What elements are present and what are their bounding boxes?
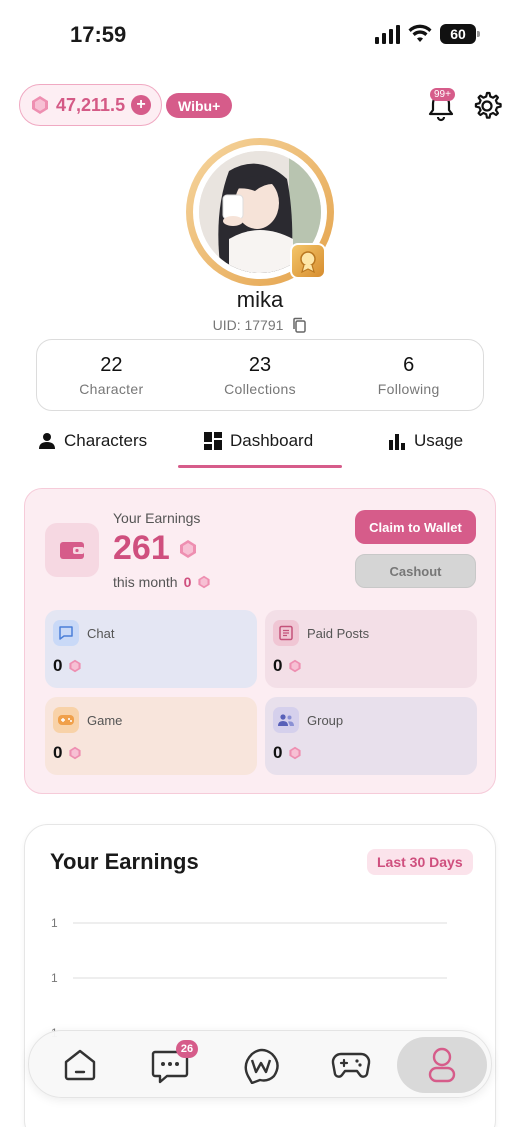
bottom-navigation: [28, 1030, 492, 1098]
earnings-amount: 261: [113, 529, 170, 567]
tab-characters[interactable]: Characters: [38, 418, 147, 464]
category-label: Game: [87, 713, 123, 728]
claim-to-wallet-button[interactable]: Claim to Wallet: [355, 510, 476, 544]
username: mika: [236, 287, 284, 312]
earnings-group-card[interactable]: Group 0: [265, 697, 477, 775]
gem-icon: [198, 575, 210, 589]
category-label: Paid Posts: [307, 626, 370, 641]
category-label: Chat: [87, 626, 115, 641]
y-tick-label: 1: [51, 916, 58, 930]
earnings-title: Your Earnings: [113, 510, 201, 526]
gem-balance: 47,211.5: [56, 94, 126, 115]
dashboard-icon: [204, 432, 222, 450]
vip-badge-icon: [290, 243, 326, 279]
category-value: 0: [273, 656, 283, 675]
gamepad-icon: [331, 1052, 371, 1078]
date-range-selector[interactable]: Last 30 Days: [367, 849, 473, 875]
earnings-amount-row: 261: [113, 529, 198, 568]
gem-balance-pill[interactable]: 47,211.5 +: [19, 84, 163, 126]
category-value: 0: [273, 743, 283, 762]
stat-value: 6: [403, 353, 415, 376]
category-value: 0: [53, 743, 63, 762]
gem-icon: [32, 96, 48, 114]
document-icon: [273, 620, 299, 646]
earnings-month-row: this month 0: [113, 574, 211, 590]
gem-icon: [69, 659, 82, 673]
wibu-logo-icon: [244, 1048, 279, 1084]
stat-value: 22: [100, 353, 123, 376]
stat-label: Following: [377, 380, 440, 397]
status-icons: 60: [375, 24, 480, 44]
earnings-panel: Your Earnings 261 this month 0 Claim to …: [24, 488, 496, 794]
stat-collections[interactable]: 23 Collections: [186, 340, 335, 410]
gem-icon: [289, 659, 302, 673]
category-value-row: 0: [273, 743, 302, 763]
category-value: 0: [53, 656, 63, 675]
stat-label: Collections: [224, 380, 296, 397]
tab-label: Usage: [414, 431, 464, 450]
gem-icon: [69, 746, 82, 760]
earnings-paid-posts-card[interactable]: Paid Posts 0: [265, 610, 477, 688]
month-value: 0: [183, 574, 192, 590]
tab-label: Characters: [64, 431, 148, 450]
stat-following[interactable]: 6 Following: [334, 340, 483, 410]
notification-badge: 99+: [430, 88, 455, 101]
chart-title: Your Earnings: [50, 849, 199, 874]
stat-value: 23: [248, 353, 272, 376]
battery-level: 60: [450, 26, 466, 42]
gamepad-icon: [53, 707, 79, 733]
category-value-row: 0: [53, 656, 82, 676]
uid-text: UID: 17791: [212, 317, 284, 333]
nav-wibu[interactable]: [216, 1037, 306, 1093]
active-tab-indicator: [178, 465, 342, 468]
group-icon: [273, 707, 299, 733]
gem-icon: [289, 746, 302, 760]
nav-games[interactable]: [306, 1037, 396, 1093]
signal-icon: [375, 24, 400, 44]
y-tick-label: 1: [51, 971, 58, 985]
nav-home[interactable]: [35, 1037, 125, 1093]
tab-label: Dashboard: [230, 431, 314, 450]
battery-icon: 60: [440, 24, 480, 44]
wallet-icon: [45, 523, 99, 577]
earnings-game-card[interactable]: Game 0: [45, 697, 257, 775]
status-bar: 17:59 60: [0, 0, 520, 70]
add-gems-button[interactable]: +: [131, 95, 152, 115]
person-icon: [39, 433, 55, 449]
uid-row: UID: 17791: [0, 317, 520, 333]
wifi-icon: [408, 24, 432, 42]
gear-icon[interactable]: [471, 90, 503, 122]
chat-icon: [53, 620, 79, 646]
month-label: this month: [113, 574, 178, 590]
gem-icon: [179, 539, 196, 558]
messages-badge: 26: [176, 1040, 198, 1058]
profile-tabs: Characters Dashboard Usage: [0, 418, 520, 470]
category-label: Group: [307, 713, 344, 728]
stats-card: 22 Character 23 Collections 6 Following: [36, 339, 484, 411]
copy-icon[interactable]: [291, 317, 307, 333]
cashout-button[interactable]: Cashout: [355, 554, 476, 588]
tab-dashboard[interactable]: Dashboard: [204, 418, 313, 464]
membership-badge[interactable]: Wibu+: [166, 93, 233, 118]
earnings-chat-card[interactable]: Chat 0: [45, 610, 257, 688]
tab-usage[interactable]: Usage: [388, 418, 463, 464]
nav-profile[interactable]: [397, 1037, 487, 1093]
stat-character[interactable]: 22 Character: [37, 340, 186, 410]
home-icon: [64, 1049, 96, 1081]
bar-chart-icon: [389, 434, 405, 450]
category-value-row: 0: [53, 743, 82, 763]
stat-label: Character: [79, 380, 144, 397]
category-value-row: 0: [273, 656, 302, 676]
nav-messages[interactable]: [125, 1037, 215, 1093]
status-time: 17:59: [70, 22, 127, 47]
profile-icon: [428, 1047, 456, 1083]
